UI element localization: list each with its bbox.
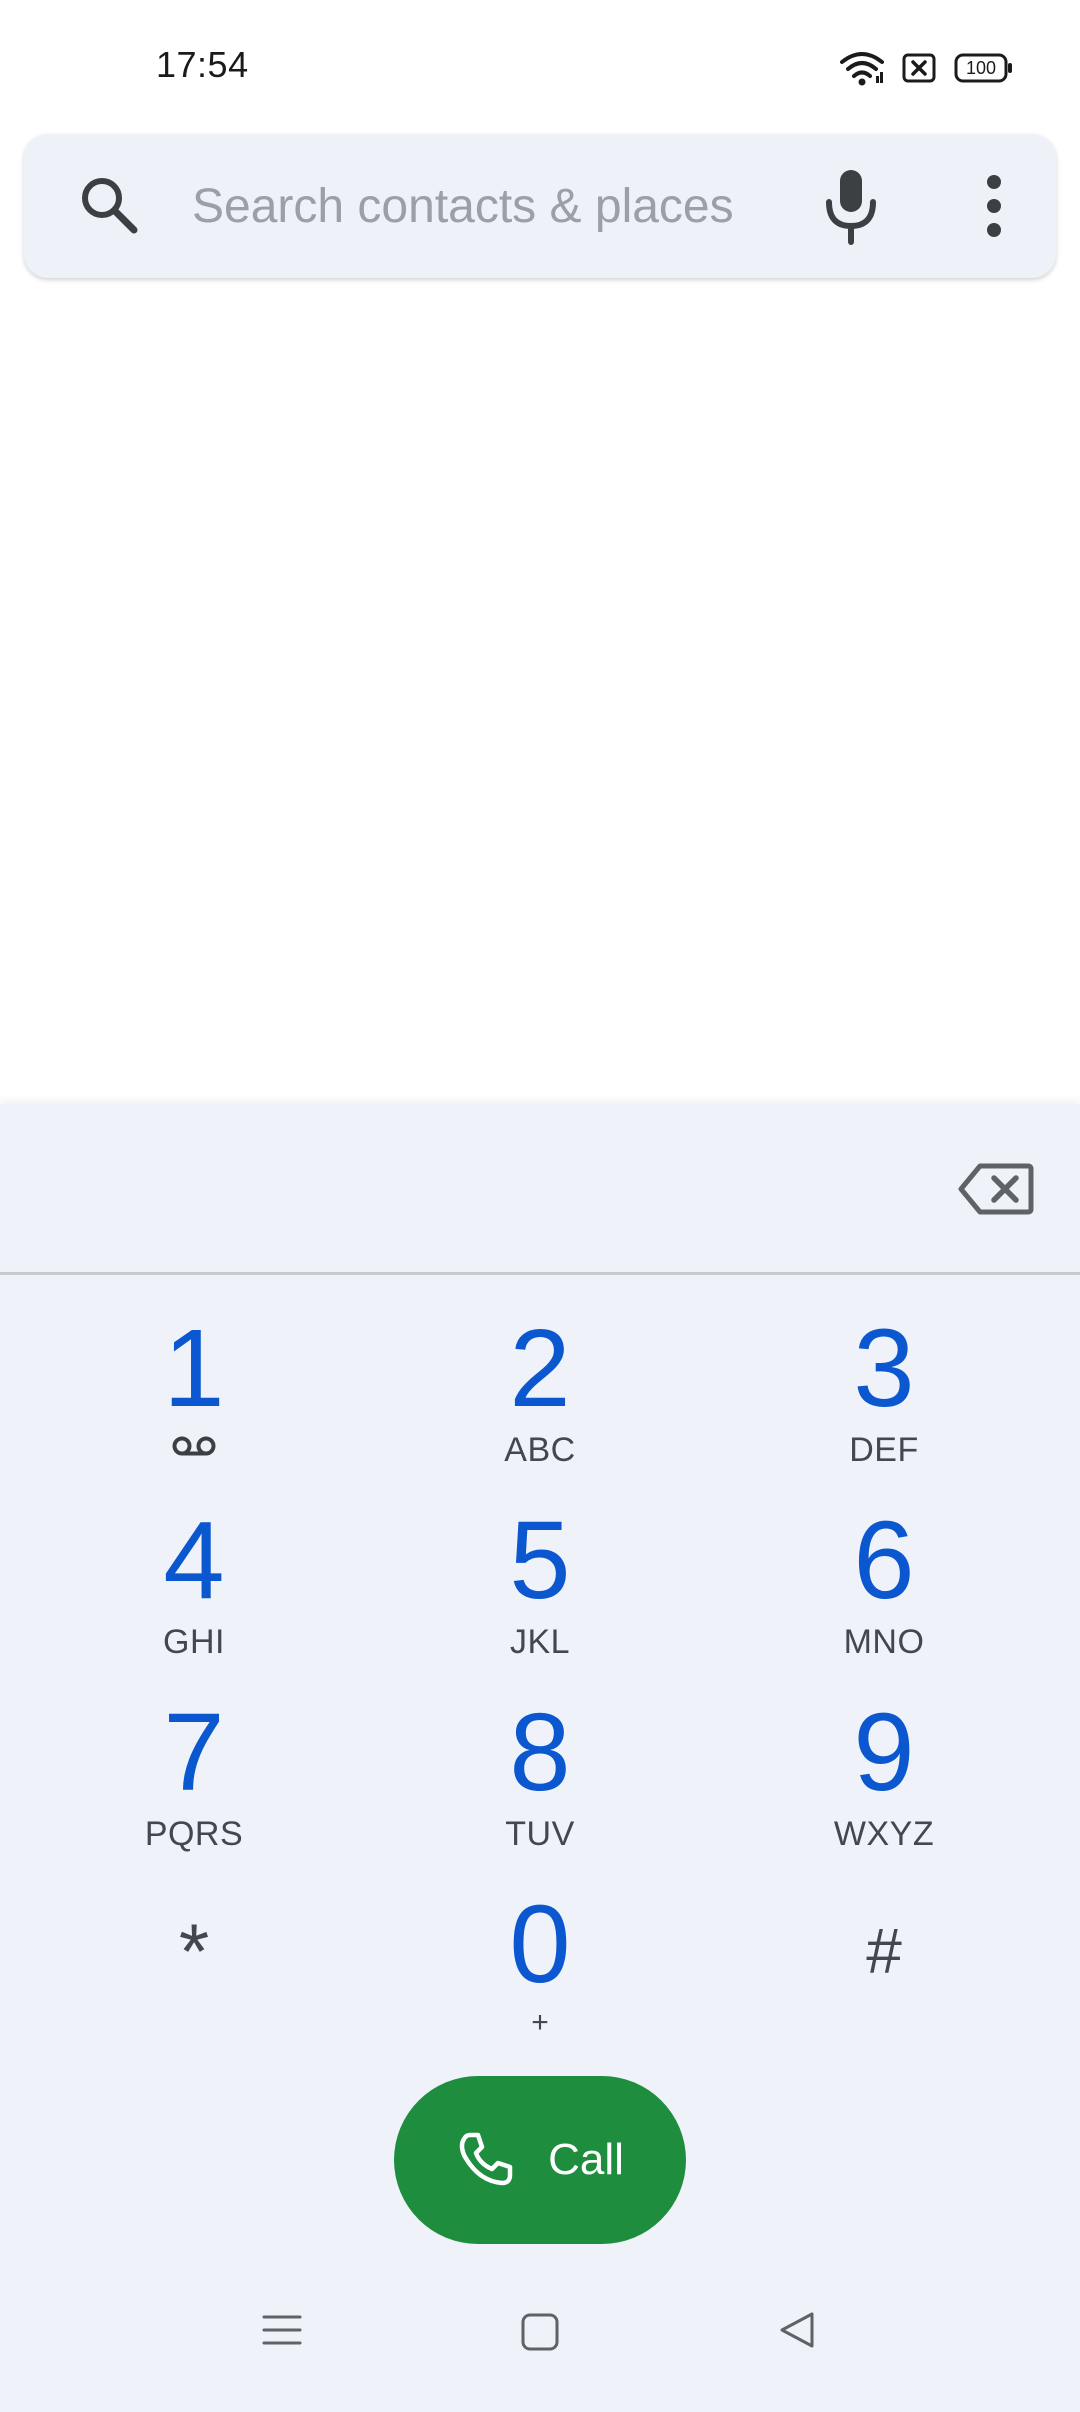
status-bar: 17:54 100 — [0, 0, 1080, 130]
divider — [0, 1272, 1080, 1275]
wifi-icon — [840, 52, 884, 86]
key-digit: 7 — [163, 1691, 225, 1814]
key-digit: 5 — [509, 1499, 571, 1622]
dial-key-2[interactable]: 2 ABC — [390, 1314, 690, 1494]
key-digit: 6 — [853, 1499, 915, 1622]
more-vert-icon[interactable] — [966, 170, 1022, 242]
voicemail-icon — [172, 1436, 216, 1456]
dial-key-3[interactable]: 3 DEF — [734, 1314, 1034, 1494]
key-digit: * — [178, 1907, 210, 1995]
key-digit: # — [866, 1915, 902, 1987]
battery-level: 100 — [965, 58, 997, 78]
key-digit: 9 — [853, 1691, 915, 1814]
key-digit: 4 — [163, 1499, 225, 1622]
key-digit: 2 — [509, 1307, 571, 1430]
dial-key-0[interactable]: 0 + — [390, 1890, 690, 2070]
key-digit: 0 — [509, 1883, 571, 2006]
dialpad: 1 2 ABC 3 DEF 4 GHI 5 JKL 6 MNO 7 PQRS 8… — [0, 1104, 1080, 2412]
search-input[interactable] — [192, 170, 792, 242]
key-letters: GHI — [163, 1623, 225, 1661]
key-letters: WXYZ — [833, 1815, 935, 1853]
dial-key-1[interactable]: 1 — [44, 1314, 344, 1494]
status-time: 17:54 — [156, 44, 249, 85]
key-letters: + — [531, 2006, 549, 2039]
dial-key-8[interactable]: 8 TUV — [390, 1698, 690, 1878]
dial-key-5[interactable]: 5 JKL — [390, 1506, 690, 1686]
menu-icon[interactable] — [262, 2310, 302, 2350]
key-letters: TUV — [505, 1815, 575, 1853]
navigation-bar — [0, 2290, 1080, 2400]
key-letters: PQRS — [144, 1815, 244, 1853]
key-digit: 1 — [163, 1307, 225, 1430]
search-icon[interactable] — [76, 172, 142, 238]
dial-key-7[interactable]: 7 PQRS — [44, 1698, 344, 1878]
call-label: Call — [548, 2135, 624, 2184]
backspace-icon[interactable] — [958, 1162, 1034, 1216]
no-sim-icon — [902, 53, 936, 83]
dial-key-star[interactable]: * — [44, 1890, 344, 2070]
key-letters: JKL — [509, 1623, 571, 1661]
mic-icon[interactable] — [816, 166, 886, 246]
dialer-screen: 17:54 100 Search contacts & places 1 2 A… — [0, 0, 1080, 2412]
key-digit: 3 — [853, 1307, 915, 1430]
key-digit: 8 — [509, 1691, 571, 1814]
call-button[interactable]: Call — [394, 2076, 686, 2244]
key-letters: MNO — [843, 1623, 925, 1661]
dialed-number-field[interactable] — [0, 1104, 1080, 1274]
phone-icon — [459, 2132, 513, 2186]
battery-icon: 100 — [954, 53, 1014, 83]
dial-key-6[interactable]: 6 MNO — [734, 1506, 1034, 1686]
dial-key-9[interactable]: 9 WXYZ — [734, 1698, 1034, 1878]
dial-key-hash[interactable]: # — [734, 1890, 1034, 2070]
home-icon[interactable] — [520, 2312, 560, 2352]
search-bar[interactable] — [24, 134, 1056, 278]
back-icon[interactable] — [778, 2310, 818, 2350]
results-area — [0, 300, 1080, 1100]
dial-key-4[interactable]: 4 GHI — [44, 1506, 344, 1686]
status-icons: 100 — [840, 48, 1014, 88]
key-letters: DEF — [849, 1431, 919, 1469]
key-letters: ABC — [504, 1431, 576, 1469]
